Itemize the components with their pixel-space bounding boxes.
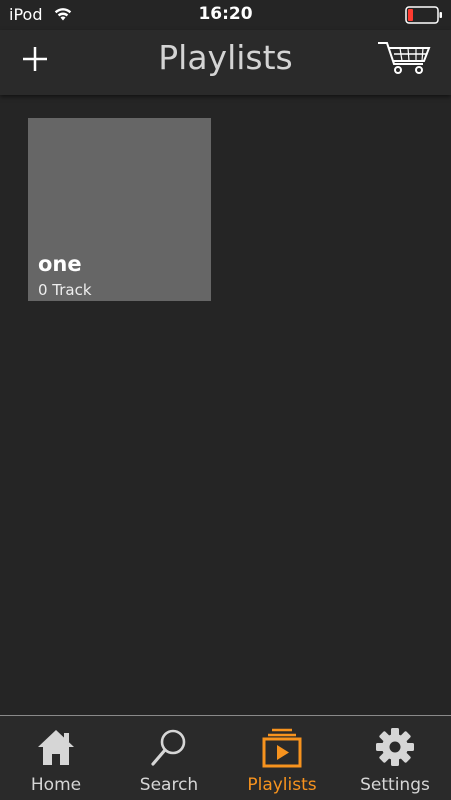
home-icon	[38, 730, 74, 765]
nav-bar: Playlists	[0, 30, 451, 95]
playlist-grid: one 0 Track	[0, 95, 451, 715]
playlist-card[interactable]: one 0 Track	[28, 118, 211, 301]
playlist-track-count: 0 Track	[38, 281, 92, 299]
battery-icon	[405, 6, 442, 24]
cart-icon[interactable]	[376, 40, 432, 76]
status-bar: iPod 16:20	[0, 0, 451, 30]
gear-icon	[376, 728, 414, 766]
status-time: 16:20	[198, 4, 253, 24]
tab-home[interactable]: Home	[0, 716, 112, 800]
tab-home-label: Home	[30, 775, 82, 795]
search-icon	[151, 729, 186, 766]
tab-playlists-label: Playlists	[247, 775, 317, 795]
tab-search-label: Search	[139, 775, 199, 795]
playlists-icon	[262, 728, 302, 768]
tab-settings[interactable]: Settings	[339, 716, 451, 800]
tab-playlists[interactable]: Playlists	[226, 716, 338, 800]
tab-bar: Home Search Playlists Settings	[0, 715, 451, 800]
tab-settings-label: Settings	[360, 775, 430, 795]
playlist-name: one	[38, 252, 82, 276]
tab-search[interactable]: Search	[113, 716, 225, 800]
